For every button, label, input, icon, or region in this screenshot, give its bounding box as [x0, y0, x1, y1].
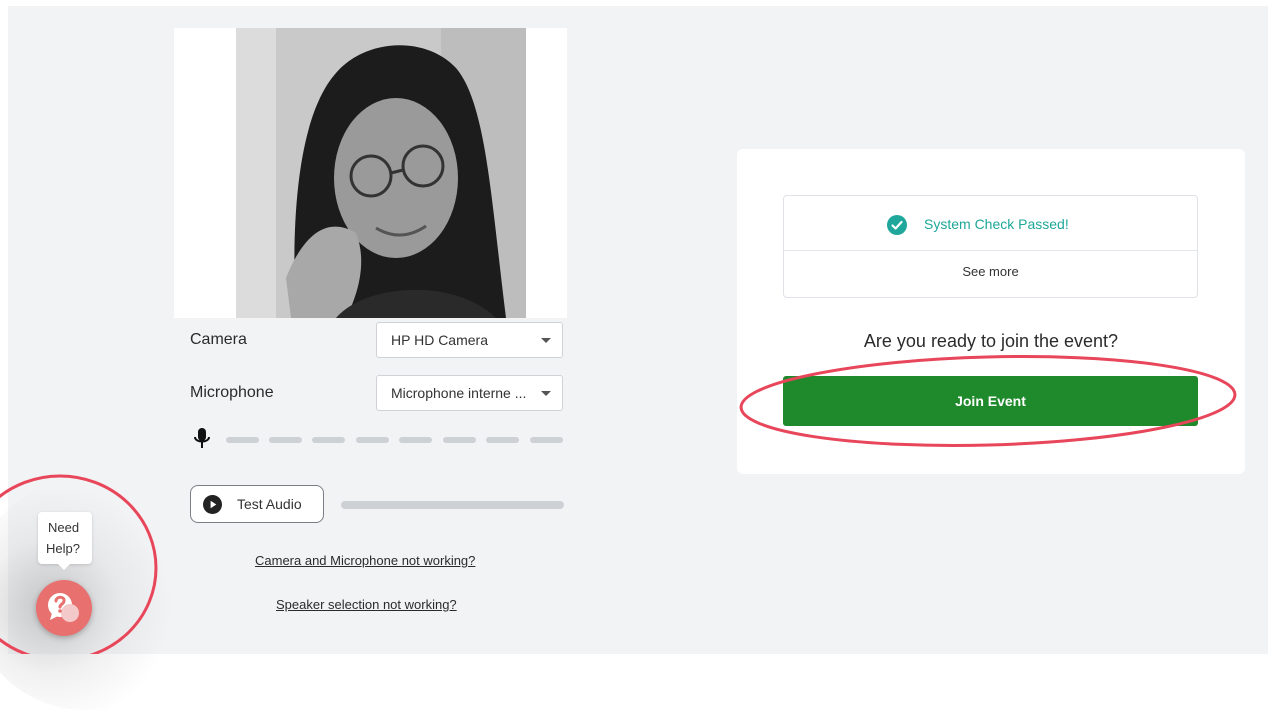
- chevron-down-icon: [541, 338, 551, 343]
- system-check-status: System Check Passed!: [924, 216, 1069, 232]
- test-audio-label: Test Audio: [237, 496, 302, 512]
- chevron-down-icon: [541, 391, 551, 396]
- camera-select-value: HP HD Camera: [391, 332, 488, 348]
- microphone-select-value: Microphone interne ...: [391, 385, 527, 401]
- system-check-panel: System Check Passed! See more: [783, 195, 1198, 298]
- join-event-card: System Check Passed! See more Are you re…: [737, 149, 1245, 474]
- microphone-level-meter: [194, 428, 566, 452]
- chat-help-icon: [48, 593, 79, 622]
- camera-video-feed: [236, 28, 526, 318]
- tooltip-line-help: Help?: [46, 541, 80, 556]
- mic-level-segment: [269, 437, 302, 443]
- mic-level-segment: [312, 437, 345, 443]
- audio-test-progress-bar: [341, 501, 564, 509]
- see-more-link[interactable]: See more: [784, 264, 1197, 279]
- camera-preview: [174, 28, 567, 318]
- camera-select[interactable]: HP HD Camera: [376, 322, 563, 358]
- divider: [784, 250, 1197, 251]
- camera-label: Camera: [190, 331, 247, 348]
- speaker-help-link[interactable]: Speaker selection not working?: [276, 597, 457, 612]
- mic-level-segment: [356, 437, 389, 443]
- check-circle-icon: [887, 215, 907, 235]
- microphone-label: Microphone: [190, 384, 274, 401]
- need-help-tooltip: Need Help?: [38, 512, 92, 570]
- play-icon: [203, 495, 222, 514]
- mic-level-segment: [226, 437, 259, 443]
- ready-heading: Are you ready to join the event?: [863, 331, 1119, 351]
- camera-mic-help-link[interactable]: Camera and Microphone not working?: [255, 553, 475, 568]
- tooltip-arrow: [58, 564, 70, 570]
- microphone-select[interactable]: Microphone interne ...: [376, 375, 563, 411]
- help-chat-button[interactable]: [36, 580, 92, 636]
- tooltip-line-need: Need: [48, 520, 80, 535]
- join-event-button[interactable]: Join Event: [783, 376, 1198, 426]
- mic-level-segment: [486, 437, 519, 443]
- test-audio-button[interactable]: Test Audio: [190, 485, 324, 523]
- mic-level-segment: [443, 437, 476, 443]
- mic-level-segment: [530, 437, 563, 443]
- mic-level-segment: [399, 437, 432, 443]
- microphone-icon: [194, 428, 210, 448]
